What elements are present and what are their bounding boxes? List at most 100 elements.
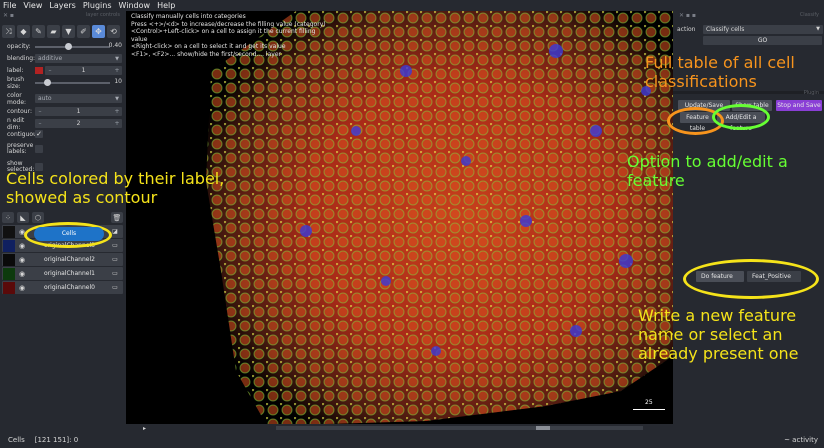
menu-window[interactable]: Window — [119, 1, 151, 10]
contour-spinbox[interactable]: – 1 + — [35, 107, 122, 116]
decrement-icon[interactable]: – — [45, 67, 55, 74]
opacity-slider-handle[interactable] — [65, 43, 72, 50]
decrement-icon[interactable]: – — [35, 108, 45, 115]
scale-bar-label: 25 — [645, 399, 653, 406]
layer-item-original-channel1[interactable]: ◉ originalChannel1 ▭ — [2, 267, 123, 280]
brush-size-slider[interactable] — [35, 79, 110, 86]
opacity-row: opacity: 0.40 — [0, 41, 126, 52]
contour-value: 1 — [76, 108, 81, 115]
opacity-slider[interactable] — [35, 43, 110, 50]
trash-icon[interactable]: 🗑 — [111, 212, 123, 223]
layer-name: originalChannel2 — [44, 256, 95, 263]
blending-label: blending: — [7, 55, 36, 62]
new-labels-layer-icon[interactable]: ⬡ — [32, 212, 44, 223]
layer-thumbnail — [3, 239, 15, 252]
erase-icon[interactable]: ◆ — [17, 25, 30, 38]
chevron-down-icon: ▼ — [115, 55, 119, 62]
menu-plugins[interactable]: Plugins — [83, 1, 112, 10]
menu-layers[interactable]: Layers — [49, 1, 75, 10]
layer-item-original-channel2[interactable]: ◉ originalChannel2 ▭ — [2, 253, 123, 266]
color-mode-row: color mode: auto ▼ — [0, 91, 126, 106]
annotation-write-feature: Write a new feature name or select an al… — [638, 306, 799, 364]
decrement-icon[interactable]: – — [35, 120, 45, 127]
brush-size-value: 10 — [114, 78, 122, 85]
status-bar: Cells [121 151]: 0 ~ activity — [0, 432, 824, 448]
label-row: label: – 1 + — [0, 65, 126, 76]
increment-icon[interactable]: + — [112, 120, 122, 127]
color-picker-icon[interactable]: ✐ — [77, 25, 90, 38]
fill-bucket-icon[interactable]: ▼ — [62, 25, 75, 38]
paint-brush-icon[interactable]: ✎ — [32, 25, 45, 38]
annotation-oval-green — [712, 104, 770, 130]
layer-thumbnail — [3, 281, 15, 294]
eye-icon[interactable]: ◉ — [15, 242, 29, 250]
annotation-cells-colored: Cells colored by their label, showed as … — [6, 169, 225, 208]
help-line: <F1>, <F2>... show/hide the first/second… — [131, 50, 281, 58]
labels-toolbar: ⤨ ◆ ✎ ▰ ▼ ✐ ✥ ⟲ — [2, 25, 123, 39]
annotation-full-table: Full table of all cell classifications — [645, 53, 795, 92]
chevron-down-icon: ▼ — [115, 95, 119, 102]
eye-icon[interactable]: ◉ — [15, 256, 29, 264]
help-line: Press <+>/<d> to increase/decrease the f… — [131, 20, 326, 28]
image-type-icon: ▭ — [112, 270, 118, 277]
layer-name: originalChannel0 — [44, 284, 95, 291]
layer-thumbnail — [3, 267, 15, 280]
increment-icon[interactable]: + — [112, 108, 122, 115]
dims-slider[interactable] — [276, 426, 643, 430]
cells-layer-highlight-label: Cells — [61, 230, 77, 237]
go-button[interactable]: GO — [703, 36, 822, 45]
new-shapes-layer-icon[interactable]: ◣ — [17, 212, 29, 223]
contiguous-checkbox[interactable]: ✓ — [35, 130, 43, 138]
increment-icon[interactable]: + — [112, 67, 122, 74]
preserve-labels-label: preserve labels: — [7, 142, 34, 155]
blending-value: additive — [38, 55, 63, 62]
dock-separator — [673, 91, 824, 94]
color-mode-label: color mode: — [7, 91, 27, 106]
menu-file[interactable]: File — [3, 1, 16, 10]
activity-button[interactable]: ~ activity — [784, 436, 818, 444]
brush-size-slider-handle[interactable] — [44, 79, 51, 86]
transform-icon[interactable]: ⟲ — [107, 25, 120, 38]
contour-label: contour: — [7, 108, 32, 115]
n-edit-dim-row: n edit dim: –2 + — [0, 117, 126, 131]
preserve-labels-row: preserve labels: — [0, 141, 126, 157]
dims-slider-handle[interactable] — [536, 426, 550, 430]
blending-row: blending: additive ▼ — [0, 53, 126, 64]
dock-handle-icon[interactable]: ✕ ▪ ▪ — [679, 12, 696, 19]
chevron-down-icon: ▼ — [816, 26, 820, 32]
dims-slider-bar: ▸ — [126, 424, 673, 432]
viewer-canvas[interactable] — [126, 11, 673, 424]
blending-select[interactable]: additive ▼ — [35, 54, 122, 63]
pan-zoom-icon[interactable]: ✥ — [92, 25, 105, 38]
contour-row: contour: – 1 + — [0, 106, 126, 117]
polygon-icon[interactable]: ▰ — [47, 25, 60, 38]
label-label: label: — [7, 67, 24, 74]
opacity-label: opacity: — [7, 43, 31, 50]
tissue-image — [206, 11, 673, 424]
play-icon[interactable]: ▸ — [143, 425, 146, 432]
status-coords: [121 151]: 0 — [34, 436, 79, 444]
color-mode-value: auto — [38, 95, 52, 102]
layer-item-original-channel0[interactable]: ◉ originalChannel0 ▭ — [2, 281, 123, 294]
n-edit-dim-spinbox[interactable]: – 2 + — [35, 119, 122, 128]
label-spinbox[interactable]: – 1 + — [45, 66, 122, 75]
layer-thumbnail — [3, 225, 15, 238]
preserve-labels-checkbox[interactable] — [35, 144, 43, 153]
dock-handle-icon[interactable]: ✕ ▪ — [3, 12, 14, 19]
color-mode-select[interactable]: auto ▼ — [35, 94, 122, 103]
brush-size-row: brush size: 10 — [0, 76, 126, 90]
stop-and-save-button[interactable]: Stop and Save — [776, 100, 822, 111]
canvas-help-text: Classify manually cells into categories … — [131, 13, 331, 58]
menu-view[interactable]: View — [23, 1, 42, 10]
action-select[interactable]: Classify cells ▼ — [703, 24, 823, 34]
dock-title: Classify — [799, 12, 819, 18]
new-points-layer-icon[interactable]: ⁘ — [2, 212, 14, 223]
eye-icon[interactable]: ◉ — [15, 270, 29, 278]
menu-help[interactable]: Help — [157, 1, 175, 10]
status-layer: Cells — [8, 436, 25, 444]
shuffle-colors-icon[interactable]: ⤨ — [2, 25, 15, 38]
opacity-value: 0.40 — [108, 42, 122, 49]
annotation-oval-yellow-bottom — [683, 259, 819, 299]
eye-icon[interactable]: ◉ — [15, 284, 29, 292]
label-color-swatch — [35, 67, 43, 74]
